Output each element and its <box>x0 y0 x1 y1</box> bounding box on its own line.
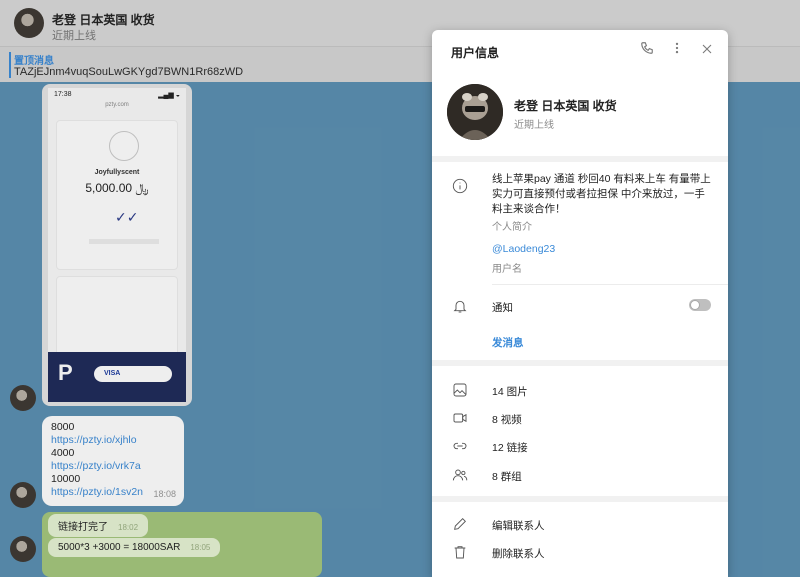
info-icon <box>452 178 468 194</box>
shared-groups[interactable]: 8 群组 <box>492 469 522 484</box>
phone-icon[interactable] <box>638 41 656 59</box>
username-label: 用户名 <box>492 264 522 275</box>
panel-header: 用户信息 <box>432 30 728 72</box>
trash-icon <box>452 544 468 560</box>
panel-title: 用户信息 <box>451 46 500 60</box>
delete-contact-button[interactable]: 删除联系人 <box>492 546 545 561</box>
photo-icon <box>452 382 468 398</box>
shared-links[interactable]: 12 链接 <box>492 440 528 455</box>
edit-contact-button[interactable]: 编辑联系人 <box>492 518 545 533</box>
section-separator <box>432 496 728 502</box>
divider <box>492 284 728 285</box>
bell-icon <box>452 298 468 314</box>
profile-status: 近期上线 <box>514 120 554 131</box>
more-icon[interactable] <box>668 41 686 59</box>
bio-text: 线上苹果pay 通道 秒回40 有料来上车 有量带上实力可直接预付或者拉担保 中… <box>492 173 711 215</box>
section-separator <box>432 360 728 366</box>
user-info-panel: 用户信息 老登 日本英国 收货 近期上线 线上苹果pay 通道 秒回40 有料来… <box>432 30 728 577</box>
bio-label: 个人简介 <box>492 222 532 233</box>
pencil-icon <box>452 516 468 532</box>
shared-photos[interactable]: 14 图片 <box>492 384 528 399</box>
notifications-label: 通知 <box>492 302 513 314</box>
profile-name: 老登 日本英国 收货 <box>514 99 617 113</box>
send-message-button[interactable]: 发消息 <box>492 335 524 350</box>
shared-videos[interactable]: 8 视频 <box>492 412 522 427</box>
profile-avatar[interactable] <box>447 84 503 140</box>
group-icon <box>452 467 468 483</box>
username-link[interactable]: @Laodeng23 <box>492 243 555 255</box>
close-icon[interactable] <box>698 41 716 59</box>
link-icon <box>452 438 468 454</box>
notifications-toggle[interactable] <box>689 299 711 311</box>
section-separator <box>432 156 728 162</box>
video-icon <box>452 410 468 426</box>
profile-header: 老登 日本英国 收货 近期上线 <box>432 72 728 156</box>
